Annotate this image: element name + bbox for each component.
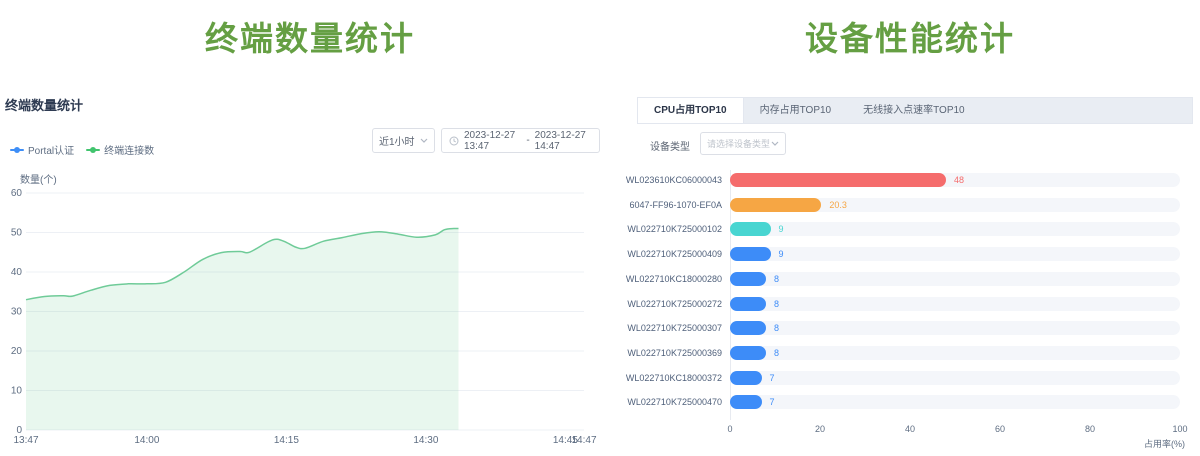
bar-value-label: 8 bbox=[774, 272, 779, 286]
bar-x-tick-label: 80 bbox=[1075, 424, 1105, 434]
device-performance-heading: 设备性能统计 bbox=[625, 12, 1195, 60]
bar-category-label: WL022710K725000470 bbox=[560, 395, 722, 409]
bar-category-label: WL023610KC06000043 bbox=[560, 173, 722, 187]
bar bbox=[730, 247, 771, 261]
bar-track bbox=[730, 272, 1180, 286]
bar bbox=[730, 395, 762, 409]
y-tick-label: 50 bbox=[11, 228, 23, 239]
legend-item-portal[interactable]: Portal认证 bbox=[10, 142, 74, 157]
chart-legend: Portal认证 终端连接数 bbox=[10, 142, 154, 157]
legend-item-terminal-connections[interactable]: 终端连接数 bbox=[86, 142, 154, 157]
bar-category-label: WL022710K725000307 bbox=[560, 321, 722, 335]
x-axis-label: 占用率(%) bbox=[1115, 437, 1185, 450]
bar-value-label: 48 bbox=[954, 173, 964, 187]
device-type-label: 设备类型 bbox=[650, 138, 690, 153]
date-range-start: 2023-12-27 13:47 bbox=[464, 130, 521, 152]
legend-label: 终端连接数 bbox=[104, 142, 154, 157]
y-tick-label: 10 bbox=[11, 386, 23, 397]
bar bbox=[730, 321, 766, 335]
clock-icon bbox=[449, 136, 459, 146]
tab-0-active[interactable]: CPU占用TOP10 bbox=[638, 98, 744, 123]
bar-x-tick-label: 40 bbox=[895, 424, 925, 434]
chevron-down-icon bbox=[420, 138, 428, 143]
bar bbox=[730, 371, 762, 385]
terminal-line-chart: 010203040506013:4714:0014:1514:3014:4514… bbox=[0, 185, 620, 456]
tab-1[interactable]: 内存占用TOP10 bbox=[744, 98, 848, 123]
bar-value-label: 8 bbox=[774, 297, 779, 311]
bar-category-label: WL022710KC18000280 bbox=[560, 272, 722, 286]
device-type-placeholder: 请选择设备类型 bbox=[707, 137, 770, 150]
x-tick-label: 14:00 bbox=[134, 435, 159, 446]
bar-value-label: 8 bbox=[774, 321, 779, 335]
y-axis-label: 数量(个) bbox=[20, 171, 57, 186]
y-tick-label: 20 bbox=[11, 346, 23, 357]
bar-x-tick-label: 20 bbox=[805, 424, 835, 434]
bar-category-label: WL022710K725000102 bbox=[560, 222, 722, 236]
bar-category-label: WL022710K725000369 bbox=[560, 346, 722, 360]
bar-track bbox=[730, 247, 1180, 261]
bar bbox=[730, 272, 766, 286]
bar-value-label: 20.3 bbox=[829, 198, 847, 212]
bar bbox=[730, 346, 766, 360]
bar bbox=[730, 297, 766, 311]
y-tick-label: 60 bbox=[11, 188, 23, 199]
bar-track bbox=[730, 395, 1180, 409]
bar-track bbox=[730, 297, 1180, 311]
time-range-select[interactable]: 近1小时 bbox=[372, 128, 435, 153]
bar-track bbox=[730, 346, 1180, 360]
bar-value-label: 7 bbox=[770, 371, 775, 385]
terminal-stats-heading: 终端数量统计 bbox=[0, 12, 620, 60]
chevron-down-icon bbox=[771, 141, 779, 146]
bar-value-label: 9 bbox=[779, 222, 784, 236]
bar-x-tick-label: 60 bbox=[985, 424, 1015, 434]
bar-track bbox=[730, 222, 1180, 236]
bar bbox=[730, 222, 771, 236]
bar bbox=[730, 198, 821, 212]
bar-category-label: WL022710K725000409 bbox=[560, 247, 722, 261]
bar-category-label: WL022710KC18000372 bbox=[560, 371, 722, 385]
legend-marker-icon bbox=[10, 146, 24, 154]
time-range-value: 近1小时 bbox=[379, 133, 415, 148]
tab-2[interactable]: 无线接入点速率TOP10 bbox=[847, 98, 981, 123]
dashboard: 终端数量统计 终端数量统计 近1小时 2023-12-27 13:47 - 20… bbox=[0, 0, 1200, 456]
x-tick-label: 14:47 bbox=[571, 435, 596, 446]
terminal-card-title: 终端数量统计 bbox=[5, 95, 83, 114]
performance-tab-bar: CPU占用TOP10内存占用TOP10无线接入点速率TOP10 bbox=[637, 97, 1193, 124]
area-series bbox=[26, 228, 459, 430]
y-tick-label: 40 bbox=[11, 267, 23, 278]
y-tick-label: 30 bbox=[11, 307, 23, 318]
x-tick-label: 14:15 bbox=[274, 435, 299, 446]
bar bbox=[730, 173, 946, 187]
bar-category-label: WL022710K725000272 bbox=[560, 297, 722, 311]
x-tick-label: 13:47 bbox=[13, 435, 38, 446]
bar-value-label: 7 bbox=[770, 395, 775, 409]
date-range-picker[interactable]: 2023-12-27 13:47 - 2023-12-27 14:47 bbox=[441, 128, 600, 153]
bar-value-label: 8 bbox=[774, 346, 779, 360]
bar-x-tick-label: 0 bbox=[715, 424, 745, 434]
x-tick-label: 14:30 bbox=[413, 435, 438, 446]
date-range-end: 2023-12-27 14:47 bbox=[535, 130, 592, 152]
device-type-select[interactable]: 请选择设备类型 bbox=[700, 132, 786, 155]
bar-x-tick-label: 100 bbox=[1165, 424, 1195, 434]
legend-label: Portal认证 bbox=[28, 142, 74, 157]
bar-value-label: 9 bbox=[779, 247, 784, 261]
bar-track bbox=[730, 371, 1180, 385]
bar-track bbox=[730, 321, 1180, 335]
legend-marker-icon bbox=[86, 146, 100, 154]
date-range-separator: - bbox=[526, 135, 529, 146]
bar-category-label: 6047-FF96-1070-EF0A bbox=[560, 198, 722, 212]
